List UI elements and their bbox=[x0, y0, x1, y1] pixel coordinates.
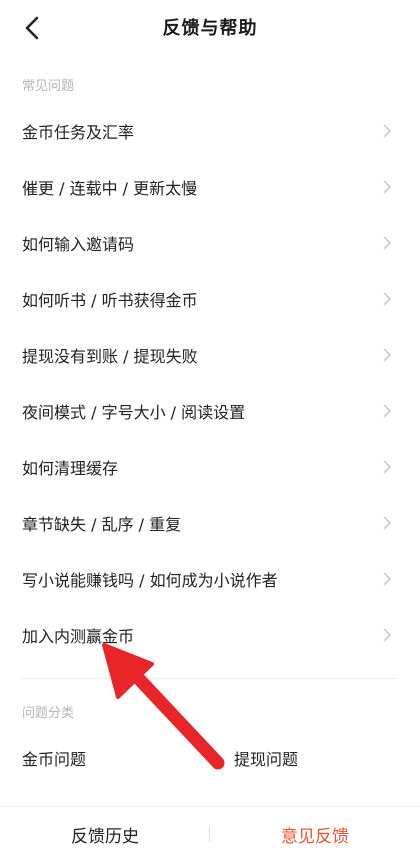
category-row: 金币问题 提现问题 bbox=[0, 734, 420, 780]
submit-feedback-button[interactable]: 意见反馈 bbox=[210, 807, 420, 861]
faq-item-label: 催更 / 连载中 / 更新太慢 bbox=[22, 179, 198, 198]
section-divider bbox=[22, 678, 398, 679]
faq-item-label: 夜间模式 / 字号大小 / 阅读设置 bbox=[22, 403, 246, 422]
app-header: 反馈与帮助 bbox=[0, 0, 420, 56]
chevron-right-icon bbox=[383, 628, 392, 642]
bottom-bar: 反馈历史 意见反馈 bbox=[0, 806, 420, 861]
faq-item-label: 如何清理缓存 bbox=[22, 459, 119, 478]
categories-section-label: 问题分类 bbox=[22, 706, 75, 721]
chevron-right-icon bbox=[383, 460, 392, 474]
faq-list: 金币任务及汇率 催更 / 连载中 / 更新太慢 如何输入邀请码 如何听书 / 听… bbox=[0, 103, 420, 663]
page-title: 反馈与帮助 bbox=[162, 18, 258, 39]
chevron-right-icon bbox=[383, 236, 392, 250]
chevron-right-icon bbox=[383, 180, 392, 194]
faq-item-withdrawal[interactable]: 提现没有到账 / 提现失败 bbox=[0, 327, 420, 383]
category-withdrawal[interactable]: 提现问题 bbox=[234, 746, 298, 770]
category-gold[interactable]: 金币问题 bbox=[22, 746, 86, 770]
chevron-right-icon bbox=[383, 404, 392, 418]
faq-item-audiobook[interactable]: 如何听书 / 听书获得金币 bbox=[0, 271, 420, 327]
faq-item-label: 如何听书 / 听书获得金币 bbox=[22, 291, 198, 310]
chevron-right-icon bbox=[383, 348, 392, 362]
faq-item-label: 金币任务及汇率 bbox=[22, 123, 135, 142]
faq-item-become-author[interactable]: 写小说能赚钱吗 / 如何成为小说作者 bbox=[0, 551, 420, 607]
chevron-right-icon bbox=[383, 292, 392, 306]
faq-item-gold-tasks[interactable]: 金币任务及汇率 bbox=[0, 103, 420, 159]
faq-item-label: 如何输入邀请码 bbox=[22, 235, 135, 254]
faq-item-invite-code[interactable]: 如何输入邀请码 bbox=[0, 215, 420, 271]
faq-item-chapter-issues[interactable]: 章节缺失 / 乱序 / 重复 bbox=[0, 495, 420, 551]
faq-item-beta-test[interactable]: 加入内测赢金币 bbox=[0, 607, 420, 663]
faq-section-label: 常见问题 bbox=[22, 79, 75, 94]
faq-item-clear-cache[interactable]: 如何清理缓存 bbox=[0, 439, 420, 495]
feedback-history-button[interactable]: 反馈历史 bbox=[0, 807, 210, 861]
faq-item-label: 提现没有到账 / 提现失败 bbox=[22, 347, 198, 366]
faq-item-label: 写小说能赚钱吗 / 如何成为小说作者 bbox=[22, 571, 278, 590]
faq-item-label: 加入内测赢金币 bbox=[22, 627, 135, 646]
faq-item-update[interactable]: 催更 / 连载中 / 更新太慢 bbox=[0, 159, 420, 215]
chevron-right-icon bbox=[383, 516, 392, 530]
faq-item-label: 章节缺失 / 乱序 / 重复 bbox=[22, 515, 182, 534]
chevron-right-icon bbox=[383, 572, 392, 586]
faq-item-reading-settings[interactable]: 夜间模式 / 字号大小 / 阅读设置 bbox=[0, 383, 420, 439]
chevron-right-icon bbox=[383, 124, 392, 138]
